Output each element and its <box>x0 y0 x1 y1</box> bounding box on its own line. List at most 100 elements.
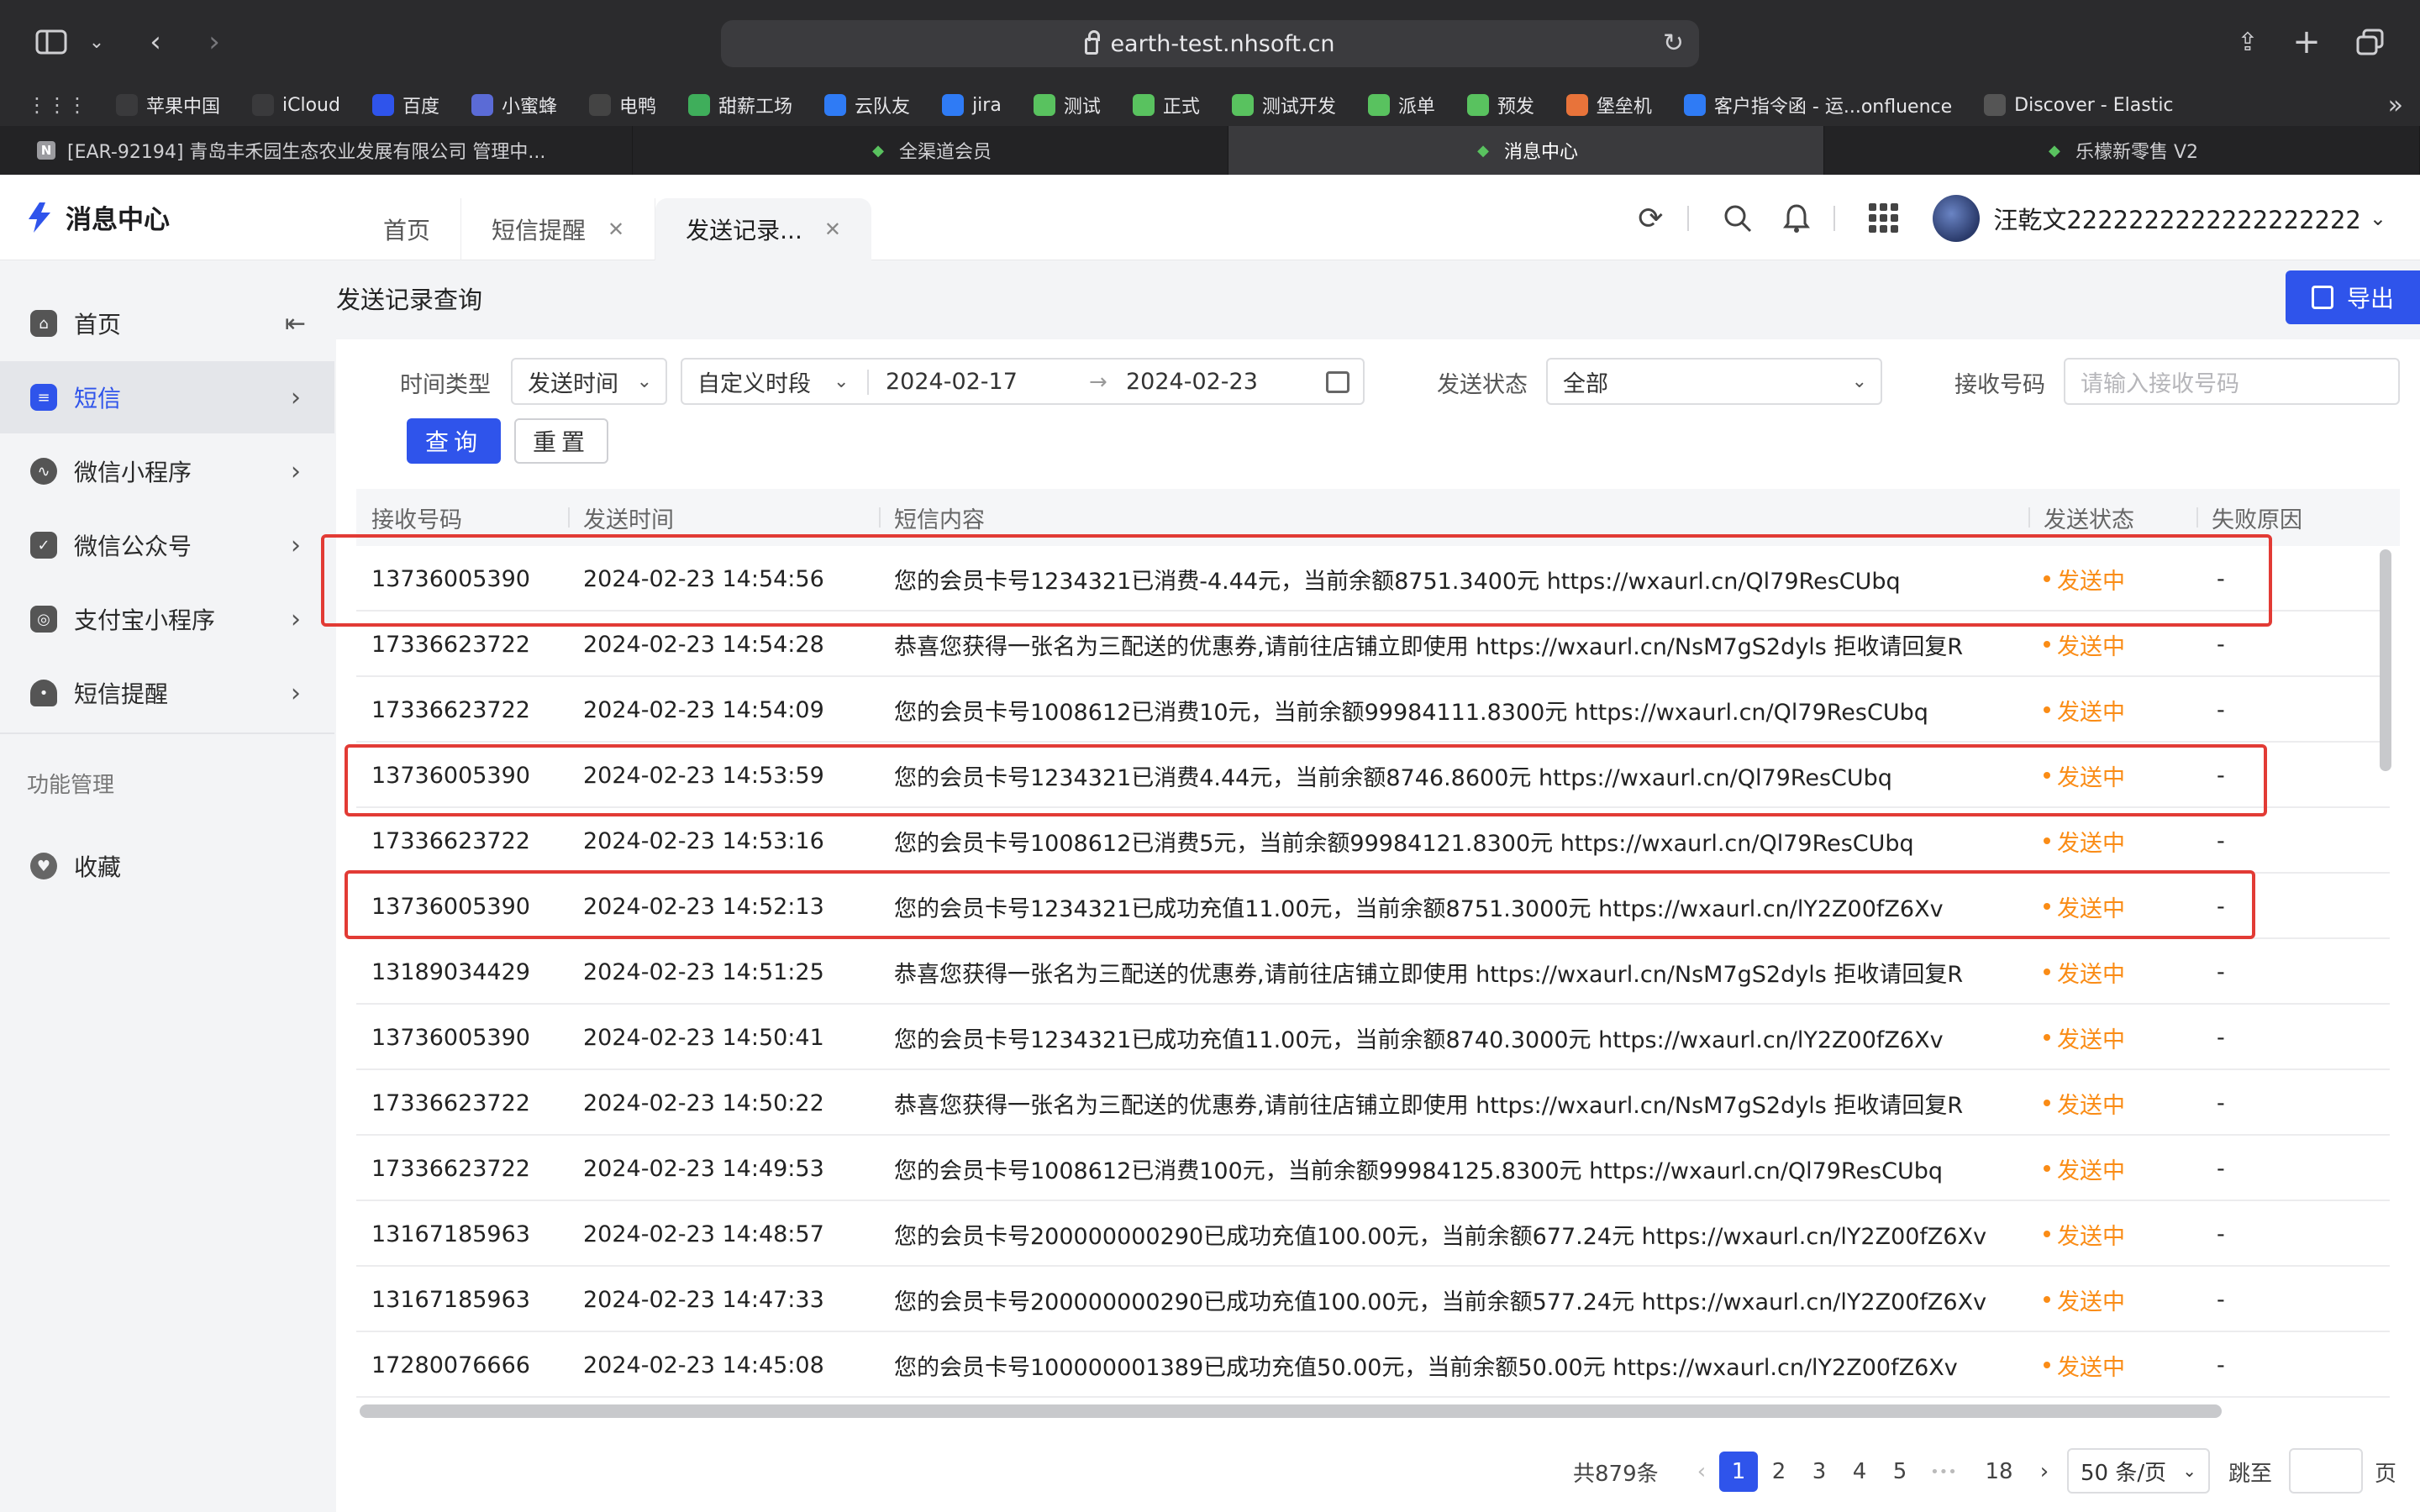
sidebar-item-sms[interactable]: ≡ 短信 › <box>0 361 334 433</box>
phone-input[interactable]: 请输入接收号码 <box>2064 358 2400 405</box>
page-suffix: 页 <box>2375 1461 2397 1487</box>
period-select[interactable]: 自定义时段 <box>697 365 811 398</box>
user-name[interactable]: 汪乾文2222222222222222222 <box>1993 201 2361 236</box>
bookmark-item[interactable]: 云队友 <box>824 92 910 118</box>
avatar[interactable] <box>1933 195 1981 242</box>
table-row[interactable]: 13167185963 2024-02-23 14:48:57 您的会员卡号2000… <box>356 1201 2390 1267</box>
bookmark-item[interactable]: 测试 <box>1033 92 1101 118</box>
horizontal-scrollbar[interactable] <box>360 1404 2222 1418</box>
bookmark-list: 苹果中国 iCloud 百度 小蜜蜂 电鸭 甜薪工场 云队友 jira 测试 正式 测试开发 派单 预发… <box>116 92 2206 118</box>
sidebar-item-wechat-miniprogram[interactable]: ∿ 微信小程序 › <box>0 435 334 507</box>
export-button[interactable]: 导出 <box>2286 270 2420 324</box>
page-tab-sms-reminder[interactable]: 短信提醒 ✕ <box>461 198 656 260</box>
bookmark-item[interactable]: 客户指令函 - 运...onfluence <box>1683 92 1952 118</box>
page-last[interactable]: 18 <box>1980 1452 2018 1492</box>
browser-tab-ear[interactable]: N [EAR-92194] 青岛丰禾园生态农业发展有限公司 管理中... <box>0 126 633 175</box>
bookmark-item[interactable]: jira <box>942 94 1002 116</box>
sidebar-group-label: 功能管理 <box>27 773 115 798</box>
cell-phone: 13736005390 <box>371 1024 530 1051</box>
bookmark-item[interactable]: Discover - Elastic <box>1984 94 2174 116</box>
bookmark-item[interactable]: 预发 <box>1466 92 1534 118</box>
bookmark-item[interactable]: 苹果中国 <box>116 92 220 118</box>
bookmark-item[interactable]: 甜薪工场 <box>688 92 792 118</box>
page-ellipsis[interactable]: ••• <box>1924 1452 1963 1492</box>
apps-grid-icon[interactable]: ⋮⋮⋮ <box>27 93 87 117</box>
bookmark-item[interactable]: 百度 <box>371 92 439 118</box>
brand[interactable]: 消息中心 <box>25 198 170 236</box>
bell-icon[interactable] <box>1773 195 1820 242</box>
page-4[interactable]: 4 <box>1840 1452 1879 1492</box>
page-1[interactable]: 1 <box>1719 1452 1758 1492</box>
bookmark-item[interactable]: 小蜜蜂 <box>471 92 557 118</box>
more-bookmarks-icon[interactable]: » <box>2388 91 2403 120</box>
start-date-input[interactable]: 2024-02-17 <box>886 369 1018 395</box>
app-header: 消息中心 首页 短信提醒 ✕ 发送记录... ✕ ⟳ 汪乾文222222222222… <box>0 175 2420 260</box>
jump-label: 跳至 <box>2228 1461 2273 1487</box>
tab-overview-icon[interactable] <box>2349 18 2391 66</box>
chevron-down-icon[interactable]: ⌄ <box>2370 207 2386 230</box>
address-bar[interactable]: earth-test.nhsoft.cn ↻ <box>721 20 1699 67</box>
jira-icon <box>942 94 965 116</box>
end-date-input[interactable]: 2024-02-23 <box>1126 369 1258 395</box>
table-row[interactable]: 17280076666 2024-02-23 14:45:08 您的会员卡号1000… <box>356 1332 2390 1398</box>
table-row[interactable]: 13736005390 2024-02-23 14:50:41 您的会员卡号1234… <box>356 1005 2390 1070</box>
forward-icon[interactable]: › <box>193 18 235 66</box>
sidebar-toggle-icon[interactable] <box>30 18 72 66</box>
back-icon[interactable]: ‹ <box>134 18 176 66</box>
sidebar-item-wechat-official[interactable]: ✓ 微信公众号 › <box>0 509 334 581</box>
page-5[interactable]: 5 <box>1881 1452 1919 1492</box>
browser-tab-member[interactable]: ◆ 全渠道会员 <box>633 126 1228 175</box>
refresh-icon[interactable]: ⟳ <box>1627 195 1674 242</box>
share-icon[interactable]: ⇪ <box>2227 18 2269 66</box>
tab-label: 全渠道会员 <box>898 142 992 163</box>
prev-page-icon[interactable]: ‹ <box>1682 1452 1721 1492</box>
table-row[interactable]: 17336623722 2024-02-23 14:53:16 您的会员卡号1008… <box>356 808 2390 874</box>
jump-page-input[interactable] <box>2289 1448 2363 1494</box>
query-button[interactable]: 查询 <box>407 418 501 464</box>
sidebar-item-favorites[interactable]: ♥ 收藏 <box>0 830 334 902</box>
cell-send-status: 发送中 <box>2044 1267 2125 1332</box>
date-range-picker[interactable]: 自定义时段 ⌄ 2024-02-17 → 2024-02-23 <box>681 358 1365 405</box>
table-row[interactable]: 17336623722 2024-02-23 14:50:22 恭喜您获得一张名为三… <box>356 1070 2390 1136</box>
collapse-sidebar-icon[interactable]: ⇤ <box>285 309 306 339</box>
close-icon[interactable]: ✕ <box>824 218 841 241</box>
close-icon[interactable]: ✕ <box>608 218 624 241</box>
lock-icon <box>1085 30 1101 55</box>
send-status-select[interactable]: 全部 ⌄ <box>1546 358 1882 405</box>
send-status-label: 发送状态 <box>1437 372 1528 398</box>
page-tab-home[interactable]: 首页 <box>353 198 462 260</box>
table-row[interactable]: 13189034429 2024-02-23 14:51:25 恭喜您获得一张名为三… <box>356 939 2390 1005</box>
cell-phone: 13167185963 <box>371 1286 530 1313</box>
search-icon[interactable] <box>1714 195 1761 242</box>
chevron-down-icon[interactable]: ⌄ <box>84 18 109 66</box>
bookmark-item[interactable]: 派单 <box>1367 92 1435 118</box>
page-tab-send-records[interactable]: 发送记录... ✕ <box>655 198 871 260</box>
page-size-select[interactable]: 50 条/页 ⌄ <box>2067 1448 2210 1494</box>
bookmark-item[interactable]: 测试开发 <box>1231 92 1336 118</box>
page-2[interactable]: 2 <box>1760 1452 1798 1492</box>
apps-grid-icon[interactable] <box>1860 195 1907 242</box>
table-row[interactable]: 17336623722 2024-02-23 14:49:53 您的会员卡号1008… <box>356 1136 2390 1201</box>
table-row[interactable]: 13167185963 2024-02-23 14:47:33 您的会员卡号2000… <box>356 1267 2390 1332</box>
table-row[interactable]: 17336623722 2024-02-23 14:54:09 您的会员卡号1008… <box>356 677 2390 743</box>
export-icon <box>2311 286 2333 309</box>
sidebar-item-sms-reminder[interactable]: • 短信提醒 › <box>0 657 334 729</box>
sidebar-item-home[interactable]: ⌂ 首页 ⇤ <box>0 287 334 360</box>
next-page-icon[interactable]: › <box>2025 1452 2064 1492</box>
browser-tab-retail[interactable]: ◆ 乐檬新零售 V2 <box>1824 126 2420 175</box>
reload-icon[interactable]: ↻ <box>1663 29 1684 58</box>
vertical-scrollbar[interactable] <box>2380 549 2391 771</box>
page-3[interactable]: 3 <box>1800 1452 1839 1492</box>
bookmark-item[interactable]: 电鸭 <box>589 92 656 118</box>
chevron-right-icon: › <box>291 678 301 708</box>
bookmark-item[interactable]: iCloud <box>252 94 340 116</box>
reset-button[interactable]: 重置 <box>514 418 608 464</box>
bookmark-item[interactable]: 正式 <box>1132 92 1200 118</box>
browser-tab-message-center[interactable]: ◆ 消息中心 <box>1228 126 1824 175</box>
new-tab-icon[interactable]: + <box>2286 18 2328 66</box>
time-type-select[interactable]: 发送时间 ⌄ <box>511 358 667 405</box>
calendar-icon[interactable] <box>1326 371 1349 393</box>
bookmark-item[interactable]: 堡垒机 <box>1565 92 1652 118</box>
sidebar-item-alipay-miniprogram[interactable]: ◎ 支付宝小程序 › <box>0 583 334 655</box>
cell-send-time: 2024-02-23 14:54:09 <box>583 696 824 723</box>
